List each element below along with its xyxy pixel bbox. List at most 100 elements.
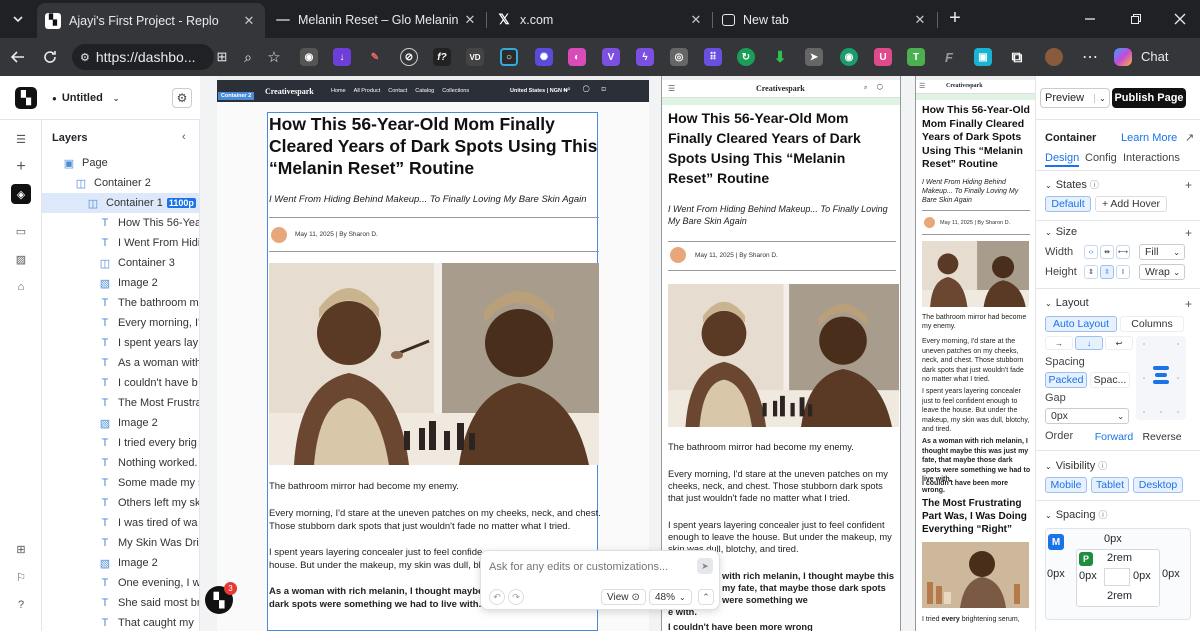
region-selector[interactable]: United States | NGN ₦ [510, 88, 567, 94]
space-between-toggle[interactable]: Spac... [1090, 372, 1130, 388]
extension-arrow-down-icon[interactable]: ⬇ [771, 48, 789, 66]
close-tab-icon[interactable]: ✕ [912, 12, 928, 28]
article-image-2[interactable] [922, 542, 1029, 608]
nav-link[interactable]: Collections [442, 88, 469, 94]
tab-search-chevron-icon[interactable] [8, 9, 28, 29]
extension-cursor-icon[interactable]: ➤ [805, 48, 823, 66]
layer-row[interactable]: T Nothing worked. [42, 453, 199, 473]
site-navbar-tablet[interactable]: ☰ Creativespark ⌕ ◯ [662, 80, 900, 98]
restore-icon[interactable] [1126, 9, 1146, 29]
nav-link[interactable]: Contact [388, 88, 407, 94]
apps-icon[interactable]: ⊞ [212, 47, 232, 67]
add-state-icon[interactable]: + [1185, 178, 1192, 192]
layer-row[interactable]: ▧ Image 2 [42, 413, 199, 433]
desktop-preview-frame[interactable]: Container 2 Creativespark Home All Produ… [217, 76, 649, 631]
alignment-grid[interactable] [1136, 336, 1186, 420]
editor-canvas[interactable]: Container 2 Creativespark Home All Produ… [200, 76, 1035, 631]
layer-row[interactable]: ▣ Page [42, 153, 199, 173]
nav-link[interactable]: Catalog [415, 88, 434, 94]
image-library-icon[interactable]: ▨ [12, 250, 30, 268]
tablet-preview-frame[interactable]: ☰ Creativespark ⌕ ◯ How This 56-Year-Old… [661, 76, 901, 631]
layer-row[interactable]: T As a woman with [42, 353, 199, 373]
tab-x[interactable]: 𝕏 x.com ✕ [488, 5, 712, 34]
layer-row[interactable]: ◫ Container 2 [42, 173, 199, 193]
add-layout-icon[interactable]: + [1185, 297, 1192, 311]
article-hero-image[interactable] [668, 284, 899, 427]
flag-icon[interactable]: ⚐ [12, 568, 30, 586]
close-tab-icon[interactable]: ✕ [688, 12, 704, 28]
state-default-chip[interactable]: Default [1045, 196, 1091, 212]
layer-row[interactable]: ◫ Container 1 1100p [42, 193, 199, 213]
layer-row[interactable]: T I was tired of wa [42, 513, 199, 533]
article-paragraph-3[interactable]: I spent years layering concealer just to… [922, 387, 1030, 435]
chevron-down-icon[interactable]: ⌄ [1094, 93, 1106, 103]
extension-lens-icon[interactable]: ◎ [670, 48, 688, 66]
extension-vd-icon[interactable]: VD [466, 48, 484, 66]
bookmark-star-icon[interactable]: ☆ [264, 47, 284, 67]
redo-icon[interactable]: ↷ [508, 589, 524, 605]
layer-row[interactable]: T That caught my [42, 613, 199, 631]
view-toggle[interactable]: View ⊙ [601, 589, 646, 605]
article-hero-image[interactable] [269, 263, 599, 465]
article-paragraph-1[interactable]: The bathroom mirror had become my enemy. [668, 442, 898, 452]
layer-row[interactable]: T The Most Frustra [42, 393, 199, 413]
article-title[interactable]: How This 56-Year-Old Mom Finally Cleared… [668, 108, 892, 188]
layer-row[interactable]: T How This 56-Yea [42, 213, 199, 233]
undo-icon[interactable]: ↶ [489, 589, 505, 605]
pages-icon[interactable]: ☰ [12, 130, 30, 148]
components-icon[interactable]: ⊞ [12, 540, 30, 558]
visibility-desktop[interactable]: Desktop [1133, 477, 1183, 493]
copilot-icon[interactable] [1114, 48, 1132, 66]
extension-brain-icon[interactable]: ◐ [568, 48, 586, 66]
help-icon[interactable]: ? [12, 596, 30, 614]
layer-row[interactable]: ▧ Image 2 [42, 553, 199, 573]
site-brand[interactable]: Creativespark [265, 87, 314, 96]
tab-config[interactable]: Config [1085, 152, 1117, 164]
tab-new-tab[interactable]: New tab ✕ [714, 5, 936, 34]
extension-camera-icon[interactable]: ◉ [300, 48, 318, 66]
padding-left-value[interactable]: 0px [1079, 570, 1097, 582]
chat-label[interactable]: Chat [1141, 49, 1168, 64]
width-fit-icon[interactable]: ‹› [1084, 245, 1098, 259]
auto-layout-toggle[interactable]: Auto Layout [1045, 316, 1117, 332]
article-paragraph-5[interactable]: I couldn't have been more wrong [668, 622, 898, 631]
visibility-section[interactable]: ⌄ Visibility ⓘ [1045, 459, 1107, 472]
packed-toggle[interactable]: Packed [1045, 372, 1087, 388]
extension-bolt-icon[interactable]: ϟ [636, 48, 654, 66]
layer-row[interactable]: T She said most br [42, 593, 199, 613]
more-menu-icon[interactable]: ⋯ [1080, 47, 1100, 67]
margin-right-value[interactable]: 0px [1162, 568, 1180, 580]
add-element-icon[interactable]: + [12, 158, 30, 176]
layer-row[interactable]: T I Went From Hidi [42, 233, 199, 253]
mobile-preview-frame[interactable]: ☰ Creativespark How This 56-Year-Old Mom… [915, 76, 1035, 631]
layer-row[interactable]: T The bathroom m [42, 293, 199, 313]
layer-row[interactable]: T I couldn't have b [42, 373, 199, 393]
article-paragraph-1[interactable]: The bathroom mirror had become my enemy. [922, 313, 1032, 331]
layout-section[interactable]: ⌄ Layout [1045, 297, 1089, 309]
article-paragraph-6[interactable]: I tried every brightening serum, [922, 616, 1032, 623]
margin-left-value[interactable]: 0px [1047, 568, 1065, 580]
extension-compass-icon[interactable]: ⊘ [400, 48, 418, 66]
extension-eye-icon[interactable]: ◉ [840, 48, 858, 66]
document-icon[interactable]: ▭ [12, 222, 30, 240]
spacing-section[interactable]: ⌄ Spacing ⓘ [1045, 508, 1107, 521]
article-paragraph-2[interactable]: Every morning, I'd stare at the uneven p… [668, 468, 898, 504]
article-paragraph-2[interactable]: Every morning, I'd stare at the uneven p… [922, 337, 1030, 385]
nav-link[interactable]: All Product [354, 88, 381, 94]
article-heading-2[interactable]: The Most Frustrating Part Was, I Was Doi… [922, 497, 1032, 536]
order-forward[interactable]: Forward [1091, 429, 1137, 445]
nav-link[interactable]: Home [331, 88, 346, 94]
height-wrap-icon[interactable]: ⇳ [1100, 265, 1114, 279]
width-select[interactable]: Fill ⌄ [1139, 244, 1185, 260]
hamburger-menu-icon[interactable]: ☰ [668, 84, 675, 93]
visibility-tablet[interactable]: Tablet [1091, 477, 1129, 493]
close-tab-icon[interactable]: ✕ [241, 13, 257, 29]
close-tab-icon[interactable]: ✕ [462, 12, 478, 28]
layer-row[interactable]: ◫ Container 3 [42, 253, 199, 273]
nav-icons[interactable]: ⌕ ◯ [864, 85, 887, 92]
zoom-lens-icon[interactable]: ⌕ [238, 47, 258, 67]
direction-row-icon[interactable]: → [1045, 336, 1073, 350]
site-brand[interactable]: Creativespark [756, 84, 805, 93]
article-paragraph-1[interactable]: The bathroom mirror had become my enemy. [269, 481, 599, 492]
extension-pen-icon[interactable]: ✎ [366, 48, 384, 66]
